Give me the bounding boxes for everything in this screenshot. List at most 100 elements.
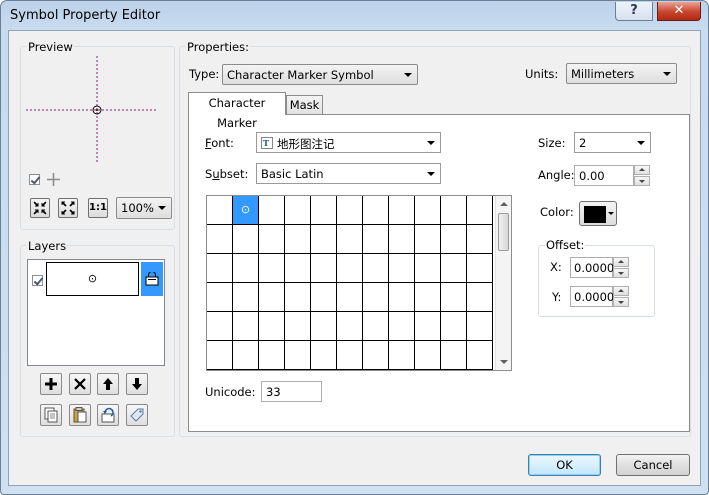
- character-cell[interactable]: [285, 196, 311, 225]
- close-button[interactable]: ✕: [657, 2, 701, 21]
- offset-y-field[interactable]: 0.0000: [570, 286, 614, 307]
- character-cell[interactable]: [363, 341, 389, 370]
- character-cell[interactable]: [233, 341, 259, 370]
- add-layer-button[interactable]: [40, 373, 62, 395]
- character-cell[interactable]: [337, 196, 363, 225]
- character-cell[interactable]: [363, 225, 389, 254]
- preview-checkbox[interactable]: [29, 174, 40, 185]
- remove-layer-button[interactable]: [69, 373, 91, 395]
- character-cell[interactable]: [467, 341, 493, 370]
- units-select[interactable]: Millimeters: [566, 63, 677, 84]
- character-cell[interactable]: [207, 312, 233, 341]
- character-cell[interactable]: [285, 283, 311, 312]
- character-cell[interactable]: [389, 283, 415, 312]
- character-cell[interactable]: [467, 312, 493, 341]
- offset-y-down-icon[interactable]: [613, 297, 629, 307]
- ok-button[interactable]: OK: [528, 454, 601, 476]
- tab-character-marker[interactable]: Character Marker: [188, 92, 286, 130]
- character-cell[interactable]: [415, 283, 441, 312]
- character-cell[interactable]: [233, 283, 259, 312]
- character-cell[interactable]: [259, 341, 285, 370]
- character-cell[interactable]: [441, 283, 467, 312]
- scroll-down-icon[interactable]: [500, 360, 508, 364]
- unicode-field[interactable]: 33: [261, 381, 322, 402]
- offset-x-up-icon[interactable]: [613, 257, 629, 267]
- character-cell-selected[interactable]: ⊙: [233, 196, 259, 225]
- character-cell[interactable]: [467, 225, 493, 254]
- angle-up-icon[interactable]: [634, 165, 650, 175]
- character-cell[interactable]: [389, 225, 415, 254]
- character-cell[interactable]: [207, 196, 233, 225]
- character-cell[interactable]: [311, 283, 337, 312]
- character-cell[interactable]: [207, 341, 233, 370]
- character-cell[interactable]: [207, 283, 233, 312]
- character-cell[interactable]: [415, 312, 441, 341]
- character-cell[interactable]: [441, 341, 467, 370]
- character-cell[interactable]: [311, 196, 337, 225]
- angle-field[interactable]: 0.00: [574, 165, 634, 186]
- character-cell[interactable]: [259, 312, 285, 341]
- move-layer-up-button[interactable]: [97, 373, 119, 395]
- character-cell[interactable]: [285, 225, 311, 254]
- character-cell[interactable]: [233, 312, 259, 341]
- character-cell[interactable]: [259, 196, 285, 225]
- layer-visible-checkbox[interactable]: [32, 275, 43, 286]
- character-cell[interactable]: [415, 225, 441, 254]
- character-cell[interactable]: [337, 312, 363, 341]
- fit-to-window-button[interactable]: [30, 198, 50, 218]
- offset-x-field[interactable]: 0.0000: [570, 257, 614, 278]
- character-cell[interactable]: [363, 196, 389, 225]
- type-select[interactable]: Character Marker Symbol: [222, 64, 418, 85]
- layer-preview[interactable]: ⊙: [46, 262, 139, 296]
- character-cell[interactable]: [259, 283, 285, 312]
- character-cell[interactable]: [441, 312, 467, 341]
- cancel-button[interactable]: Cancel: [616, 454, 690, 476]
- tab-mask[interactable]: Mask: [286, 95, 323, 114]
- character-grid[interactable]: ⊙: [206, 195, 512, 371]
- character-cell[interactable]: [363, 312, 389, 341]
- scroll-up-icon[interactable]: [500, 202, 508, 206]
- angle-down-icon[interactable]: [634, 176, 650, 186]
- zoom-to-fit-button[interactable]: [58, 198, 78, 218]
- character-cell[interactable]: [467, 254, 493, 283]
- character-cell[interactable]: [441, 225, 467, 254]
- copy-layer-button[interactable]: [40, 404, 62, 426]
- offset-x-down-icon[interactable]: [613, 268, 629, 278]
- character-cell[interactable]: [337, 283, 363, 312]
- character-grid-scrollbar[interactable]: [495, 196, 511, 370]
- character-cell[interactable]: [415, 196, 441, 225]
- offset-y-spinner[interactable]: [613, 286, 629, 307]
- offset-x-spinner[interactable]: [613, 257, 629, 278]
- font-select[interactable]: T 地形图注记: [256, 132, 441, 153]
- zoom-select[interactable]: 100%: [116, 197, 172, 219]
- character-cell[interactable]: [259, 254, 285, 283]
- character-cell[interactable]: [337, 225, 363, 254]
- character-cell[interactable]: [441, 196, 467, 225]
- character-cell[interactable]: [233, 254, 259, 283]
- character-cell[interactable]: [389, 254, 415, 283]
- layer-lock-button[interactable]: [141, 262, 163, 296]
- character-cell[interactable]: [207, 225, 233, 254]
- angle-spinner[interactable]: [634, 165, 650, 186]
- subset-select[interactable]: Basic Latin: [256, 163, 441, 184]
- character-cell[interactable]: [389, 341, 415, 370]
- character-cell[interactable]: [207, 254, 233, 283]
- character-cell[interactable]: [285, 341, 311, 370]
- character-cell[interactable]: [389, 312, 415, 341]
- help-button[interactable]: ?: [615, 2, 653, 21]
- scroll-thumb[interactable]: [498, 213, 509, 251]
- offset-y-up-icon[interactable]: [613, 286, 629, 296]
- character-cell[interactable]: [415, 254, 441, 283]
- color-picker-button[interactable]: [579, 201, 617, 226]
- character-cell[interactable]: [337, 254, 363, 283]
- character-cell[interactable]: [363, 283, 389, 312]
- character-cell[interactable]: [311, 225, 337, 254]
- character-cell[interactable]: [467, 196, 493, 225]
- character-cell[interactable]: [467, 283, 493, 312]
- character-cell[interactable]: [259, 225, 285, 254]
- layers-list[interactable]: ⊙: [27, 259, 165, 366]
- character-cell[interactable]: [233, 225, 259, 254]
- character-cell[interactable]: [337, 341, 363, 370]
- character-cell[interactable]: [389, 196, 415, 225]
- paste-layer-button[interactable]: [69, 404, 91, 426]
